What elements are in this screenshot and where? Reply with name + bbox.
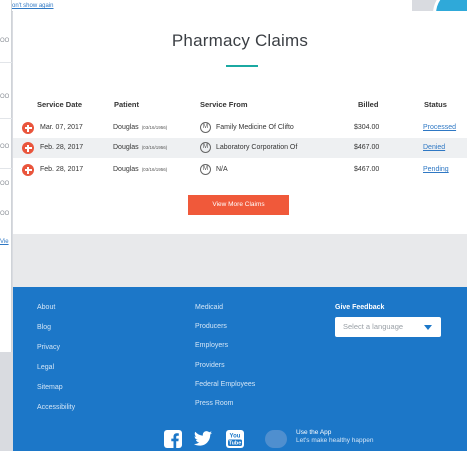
footer-link-about[interactable]: About	[37, 304, 55, 311]
divider	[0, 118, 12, 119]
billed-amount: $304.00	[354, 124, 380, 131]
column-header-status: Status	[424, 100, 447, 109]
status-link[interactable]: Processed	[423, 124, 456, 131]
billed-amount: $467.00	[354, 166, 380, 173]
billed-amount: $467.00	[354, 144, 380, 151]
give-feedback-heading: Give Feedback	[335, 304, 385, 311]
twitter-icon[interactable]	[194, 430, 212, 448]
patient-name: Douglas (03/16/1956)	[113, 166, 168, 173]
column-header-service-date: Service Date	[37, 100, 83, 109]
divider	[0, 168, 12, 169]
youtube-logo-text: You	[230, 433, 241, 439]
column-header-service-from: Service From	[200, 100, 248, 109]
chevron-down-icon	[424, 325, 432, 330]
content-band	[13, 234, 467, 287]
background-link[interactable]: Vie	[0, 239, 9, 245]
background-text: OO	[0, 211, 10, 217]
page-title: Pharmacy Claims	[171, 31, 309, 50]
app-promo-title: Use the App	[296, 429, 332, 436]
table-row: Feb. 28, 2017 Douglas (03/16/1956) M Labo…	[13, 138, 467, 158]
app-promo[interactable]: Use the App Let's make healthy happen	[296, 429, 374, 445]
footer-link-press-room[interactable]: Press Room	[195, 400, 234, 407]
expand-plus-icon[interactable]	[22, 122, 34, 134]
background-text: OO	[0, 181, 10, 187]
dont-show-again-link[interactable]: on't show again	[12, 3, 54, 9]
footer-link-privacy[interactable]: Privacy	[37, 344, 60, 351]
status-link[interactable]: Denied	[423, 144, 445, 151]
app-promo-tagline: Let's make healthy happen	[296, 437, 374, 444]
youtube-icon[interactable]: You Tube	[226, 430, 244, 448]
footer-link-accessibility[interactable]: Accessibility	[37, 404, 75, 411]
background-page-left: OO OO OO OO OO Vie	[0, 0, 12, 352]
footer-link-employers[interactable]: Employers	[195, 342, 228, 349]
table-row: Feb. 28, 2017 Douglas (03/16/1956) M N/A …	[13, 160, 467, 180]
language-select-placeholder: Select a language	[343, 322, 404, 331]
language-select[interactable]: Select a language	[335, 317, 441, 337]
expand-plus-icon[interactable]	[22, 164, 34, 176]
member-badge-icon: M	[200, 122, 211, 133]
view-more-claims-button[interactable]: View More Claims	[188, 195, 289, 215]
service-date: Mar. 07, 2017	[40, 124, 83, 131]
facebook-icon[interactable]	[164, 430, 182, 448]
member-badge-icon: M	[200, 164, 211, 175]
youtube-logo-text: Tube	[229, 441, 242, 447]
service-from: N/A	[216, 166, 228, 173]
service-date: Feb. 28, 2017	[40, 166, 84, 173]
column-header-patient: Patient	[114, 100, 140, 109]
footer-link-legal[interactable]: Legal	[37, 364, 54, 371]
title-underline	[226, 65, 258, 67]
pharmacy-claims-modal: Pharmacy Claims Service Date Patient Ser…	[13, 11, 467, 234]
service-date: Feb. 28, 2017	[40, 144, 84, 151]
app-logo-icon[interactable]	[265, 430, 287, 448]
background-text: OO	[0, 38, 10, 44]
site-footer: About Blog Privacy Legal Sitemap Accessi…	[13, 287, 467, 451]
background-text: OO	[0, 94, 10, 100]
status-link[interactable]: Pending	[423, 166, 449, 173]
member-badge-icon: M	[200, 142, 211, 153]
patient-name: Douglas (03/16/1956)	[113, 144, 168, 151]
column-header-billed: Billed	[358, 100, 379, 109]
expand-plus-icon[interactable]	[22, 142, 34, 154]
footer-link-blog[interactable]: Blog	[37, 324, 51, 331]
table-row: Mar. 07, 2017 Douglas (03/16/1956) M Fami…	[13, 118, 467, 138]
footer-link-providers[interactable]: Providers	[195, 362, 225, 369]
patient-name: Douglas (03/16/1956)	[113, 124, 168, 131]
footer-link-federal-employees[interactable]: Federal Employees	[195, 381, 255, 388]
footer-link-sitemap[interactable]: Sitemap	[37, 384, 63, 391]
service-from: Family Medicine Of Clifto	[216, 124, 294, 131]
background-text: OO	[0, 144, 10, 150]
footer-link-medicaid[interactable]: Medicaid	[195, 304, 223, 311]
divider	[0, 62, 12, 63]
service-from: Laboratory Corporation Of	[216, 144, 298, 151]
footer-link-producers[interactable]: Producers	[195, 323, 227, 330]
